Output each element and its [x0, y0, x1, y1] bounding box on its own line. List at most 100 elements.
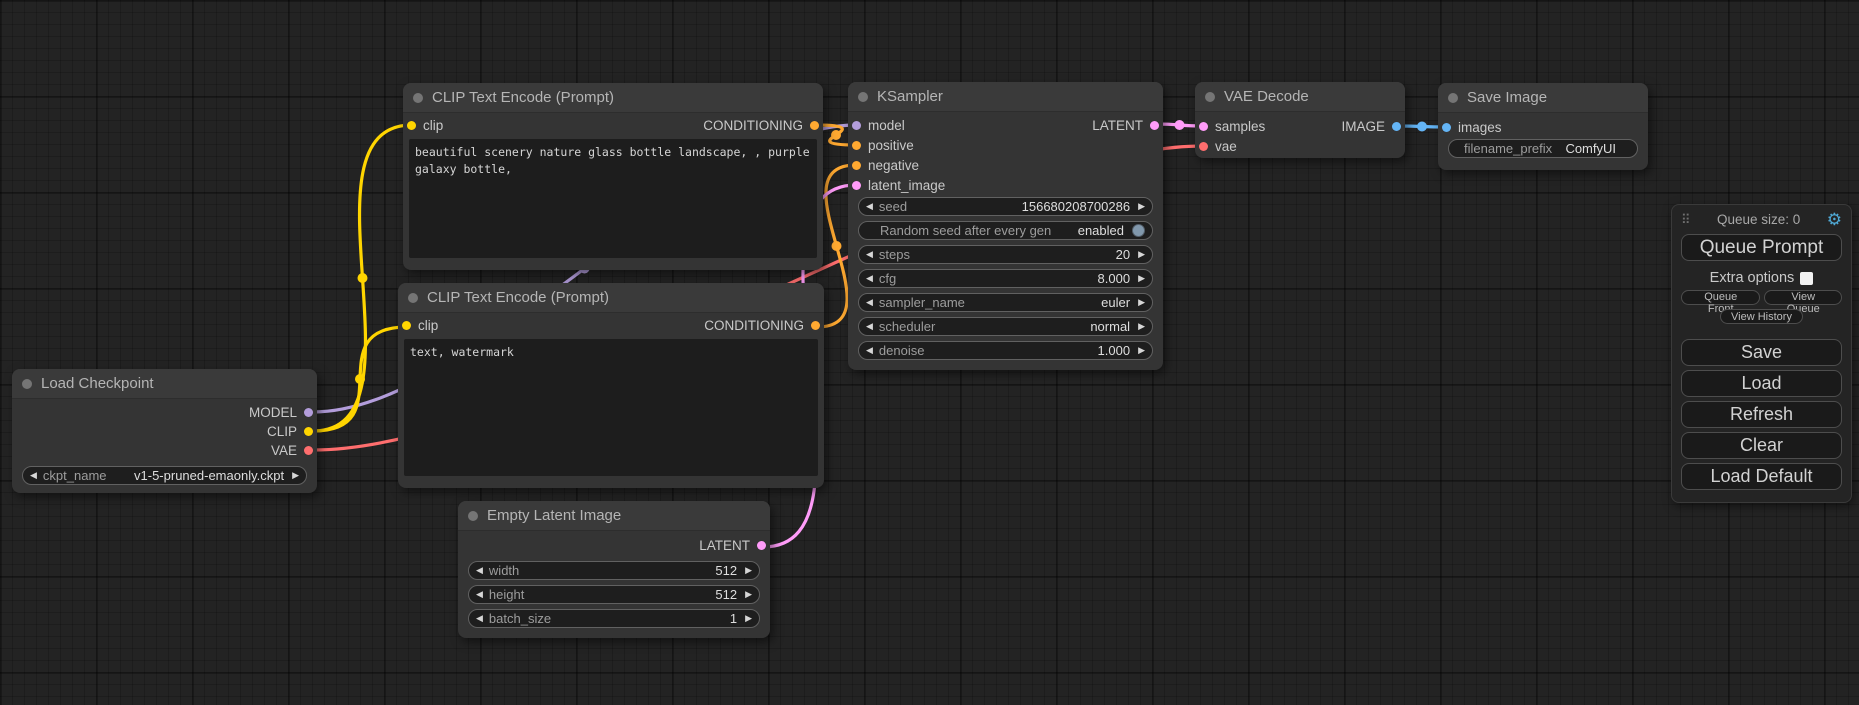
conditioning-output-slot[interactable]: [810, 121, 819, 130]
model-output-label: MODEL: [249, 405, 297, 420]
clear-button[interactable]: Clear: [1681, 432, 1842, 459]
increment-arrow-icon[interactable]: ▶: [745, 614, 752, 623]
load-default-button[interactable]: Load Default: [1681, 463, 1842, 490]
queue-panel: ⠿ Queue size: 0 ⚙ Queue Prompt Extra opt…: [1671, 204, 1852, 503]
random-seed-toggle-widget[interactable]: Random seed after every gen enabled: [858, 221, 1153, 240]
scheduler-widget[interactable]: ◀ scheduler normal ▶: [858, 317, 1153, 336]
toggle-on-icon[interactable]: [1132, 224, 1145, 237]
cfg-widget[interactable]: ◀ cfg 8.000 ▶: [858, 269, 1153, 288]
widget-value: enabled: [1078, 223, 1124, 238]
decrement-arrow-icon[interactable]: ◀: [866, 346, 873, 355]
negative-input-slot[interactable]: [852, 161, 861, 170]
ckpt-name-widget[interactable]: ◀ ckpt_name v1-5-pruned-emaonly.ckpt ▶: [22, 466, 307, 485]
collapse-dot-icon[interactable]: [1448, 93, 1458, 103]
node-save-image[interactable]: Save Image images filename_prefix ComfyU…: [1438, 83, 1648, 170]
node-clip-text-encode-negative[interactable]: CLIP Text Encode (Prompt) clip CONDITION…: [398, 283, 824, 488]
latent-image-input-label: latent_image: [868, 178, 945, 193]
widget-value: 512: [715, 563, 737, 578]
images-input-slot[interactable]: [1442, 123, 1451, 132]
save-button[interactable]: Save: [1681, 339, 1842, 366]
increment-arrow-icon[interactable]: ▶: [1138, 250, 1145, 259]
node-vae-decode[interactable]: VAE Decode samples IMAGE vae: [1195, 82, 1405, 158]
comfyui-canvas[interactable]: { "icons": { "left_arrow": "◀", "right_a…: [0, 0, 1859, 705]
latent-image-input-slot[interactable]: [852, 181, 861, 190]
collapse-dot-icon[interactable]: [468, 511, 478, 521]
collapse-dot-icon[interactable]: [858, 92, 868, 102]
node-load-checkpoint[interactable]: Load Checkpoint MODEL CLIP VAE ◀ ckpt_na…: [12, 369, 317, 493]
denoise-widget[interactable]: ◀ denoise 1.000 ▶: [858, 341, 1153, 360]
batch-size-widget[interactable]: ◀ batch_size 1 ▶: [468, 609, 760, 628]
node-title-bar[interactable]: CLIP Text Encode (Prompt): [403, 83, 823, 113]
collapse-dot-icon[interactable]: [1205, 92, 1215, 102]
collapse-dot-icon[interactable]: [22, 379, 32, 389]
increment-arrow-icon[interactable]: ▶: [1138, 322, 1145, 331]
widget-label: seed: [879, 199, 907, 214]
widget-value: 8.000: [1098, 271, 1131, 286]
decrement-arrow-icon[interactable]: ◀: [30, 471, 37, 480]
node-ksampler[interactable]: KSampler model LATENT positive negative …: [848, 82, 1163, 370]
negative-prompt-textarea[interactable]: text, watermark: [404, 339, 818, 476]
collapse-dot-icon[interactable]: [413, 93, 423, 103]
filename-prefix-widget[interactable]: filename_prefix ComfyUI: [1448, 139, 1638, 158]
decrement-arrow-icon[interactable]: ◀: [476, 590, 483, 599]
node-clip-text-encode-positive[interactable]: CLIP Text Encode (Prompt) clip CONDITION…: [403, 83, 823, 270]
view-history-button[interactable]: View History: [1720, 309, 1803, 324]
clip-output-slot[interactable]: [304, 427, 313, 436]
seed-widget[interactable]: ◀ seed 156680208700286 ▶: [858, 197, 1153, 216]
height-widget[interactable]: ◀ height 512 ▶: [468, 585, 760, 604]
increment-arrow-icon[interactable]: ▶: [1138, 346, 1145, 355]
node-title-bar[interactable]: Save Image: [1438, 83, 1648, 113]
sampler-name-widget[interactable]: ◀ sampler_name euler ▶: [858, 293, 1153, 312]
increment-arrow-icon[interactable]: ▶: [745, 566, 752, 575]
decrement-arrow-icon[interactable]: ◀: [866, 250, 873, 259]
increment-arrow-icon[interactable]: ▶: [1138, 274, 1145, 283]
increment-arrow-icon[interactable]: ▶: [1138, 202, 1145, 211]
widget-label: filename_prefix: [1464, 141, 1552, 156]
image-output-slot[interactable]: [1392, 122, 1401, 131]
node-empty-latent-image[interactable]: Empty Latent Image LATENT ◀ width 512 ▶ …: [458, 501, 770, 638]
decrement-arrow-icon[interactable]: ◀: [476, 566, 483, 575]
queue-front-button[interactable]: Queue Front: [1681, 290, 1760, 305]
widget-label: denoise: [879, 343, 925, 358]
drag-handle-icon[interactable]: ⠿: [1681, 212, 1691, 228]
widget-value: 20: [1116, 247, 1130, 262]
decrement-arrow-icon[interactable]: ◀: [866, 298, 873, 307]
clip-input-slot[interactable]: [407, 121, 416, 130]
conditioning-output-slot[interactable]: [811, 321, 820, 330]
node-title: Load Checkpoint: [41, 375, 154, 392]
collapse-dot-icon[interactable]: [408, 293, 418, 303]
increment-arrow-icon[interactable]: ▶: [1138, 298, 1145, 307]
samples-input-slot[interactable]: [1199, 122, 1208, 131]
latent-output-slot[interactable]: [757, 541, 766, 550]
decrement-arrow-icon[interactable]: ◀: [476, 614, 483, 623]
node-title-bar[interactable]: KSampler: [848, 82, 1163, 112]
steps-widget[interactable]: ◀ steps 20 ▶: [858, 245, 1153, 264]
decrement-arrow-icon[interactable]: ◀: [866, 202, 873, 211]
widget-value: ComfyUI: [1565, 141, 1616, 156]
widget-value: 1: [730, 611, 737, 626]
decrement-arrow-icon[interactable]: ◀: [866, 322, 873, 331]
view-queue-button[interactable]: View Queue: [1764, 290, 1842, 305]
node-title-bar[interactable]: CLIP Text Encode (Prompt): [398, 283, 824, 313]
node-title-bar[interactable]: VAE Decode: [1195, 82, 1405, 112]
model-input-slot[interactable]: [852, 121, 861, 130]
settings-gear-icon[interactable]: ⚙: [1827, 211, 1842, 228]
clip-input-slot[interactable]: [402, 321, 411, 330]
decrement-arrow-icon[interactable]: ◀: [866, 274, 873, 283]
refresh-button[interactable]: Refresh: [1681, 401, 1842, 428]
increment-arrow-icon[interactable]: ▶: [292, 471, 299, 480]
queue-prompt-button[interactable]: Queue Prompt: [1681, 234, 1842, 261]
model-output-slot[interactable]: [304, 408, 313, 417]
vae-input-slot[interactable]: [1199, 142, 1208, 151]
increment-arrow-icon[interactable]: ▶: [745, 590, 752, 599]
images-input-label: images: [1458, 120, 1502, 135]
extra-options-checkbox[interactable]: [1800, 272, 1813, 285]
positive-input-slot[interactable]: [852, 141, 861, 150]
latent-output-slot[interactable]: [1150, 121, 1159, 130]
node-title-bar[interactable]: Empty Latent Image: [458, 501, 770, 531]
load-button[interactable]: Load: [1681, 370, 1842, 397]
vae-output-slot[interactable]: [304, 446, 313, 455]
node-title-bar[interactable]: Load Checkpoint: [12, 369, 317, 399]
positive-prompt-textarea[interactable]: beautiful scenery nature glass bottle la…: [409, 139, 817, 258]
width-widget[interactable]: ◀ width 512 ▶: [468, 561, 760, 580]
